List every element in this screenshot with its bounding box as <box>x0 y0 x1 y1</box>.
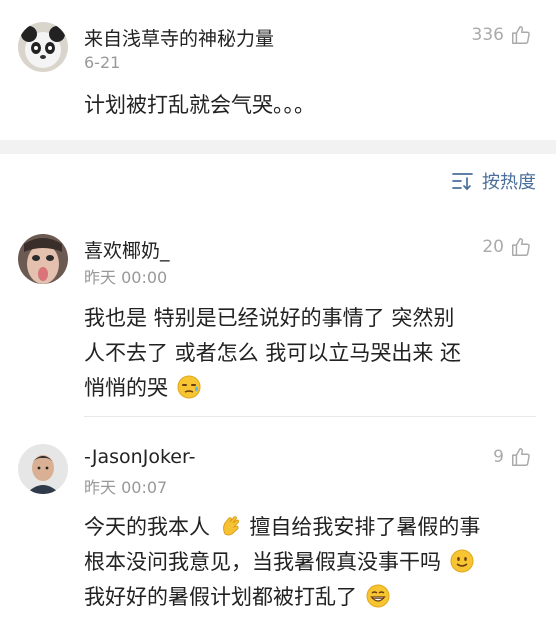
like-count: 9 <box>493 447 504 467</box>
avatar[interactable] <box>18 234 68 284</box>
reply-text-line: 根本没问我意见，当我暑假真没事干吗 <box>84 545 474 579</box>
reply-time: 昨天 00:07 <box>84 478 168 497</box>
thumb-up-icon <box>510 446 532 468</box>
comment-username[interactable]: 来自浅草寺的神秘力量 <box>84 24 274 51</box>
thumb-up-icon <box>510 24 532 46</box>
reply-divider <box>84 416 536 417</box>
reply-text-line: 人不去了 或者怎么 我可以立马哭出来 还 <box>84 341 462 365</box>
sort-icon <box>452 171 474 191</box>
sort-label: 按热度 <box>482 172 536 193</box>
avatar[interactable] <box>18 444 68 494</box>
section-separator <box>0 140 556 154</box>
comment-date: 6-21 <box>84 53 121 72</box>
reply-text-line: 悄悄的哭 <box>84 371 201 405</box>
reply-username[interactable]: -JasonJoker- <box>84 446 195 468</box>
like-button[interactable]: 336 <box>472 24 532 46</box>
reply-text-line: 我好好的暑假计划都被打乱了 <box>84 580 390 614</box>
like-count: 336 <box>471 25 504 45</box>
avatar[interactable] <box>18 22 68 72</box>
reply-time: 昨天 00:00 <box>84 268 168 287</box>
pouting-emoji-icon <box>177 375 201 399</box>
main-comment: 来自浅草寺的神秘力量 6-21 336 计划被打乱就会气哭。。。 <box>0 0 556 140</box>
like-button[interactable]: 20 <box>482 236 532 258</box>
reply-username[interactable]: 喜欢椰奶_ <box>84 236 170 263</box>
comment-text: 计划被打乱就会气哭。。。 <box>84 93 315 117</box>
smile-emoji-icon <box>450 549 474 573</box>
like-button[interactable]: 9 <box>493 446 532 468</box>
reply-text-line: 我也是 特别是已经说好的事情了 突然别 <box>84 306 455 330</box>
clapping-hand-emoji-icon <box>219 514 243 538</box>
thumb-up-icon <box>510 236 532 258</box>
grin-emoji-icon <box>366 584 390 608</box>
sort-by-heat-button[interactable]: 按热度 <box>452 168 536 194</box>
like-count: 20 <box>482 237 504 257</box>
reply-text-line: 今天的我本人 擅自给我安排了暑假的事 <box>84 514 481 539</box>
